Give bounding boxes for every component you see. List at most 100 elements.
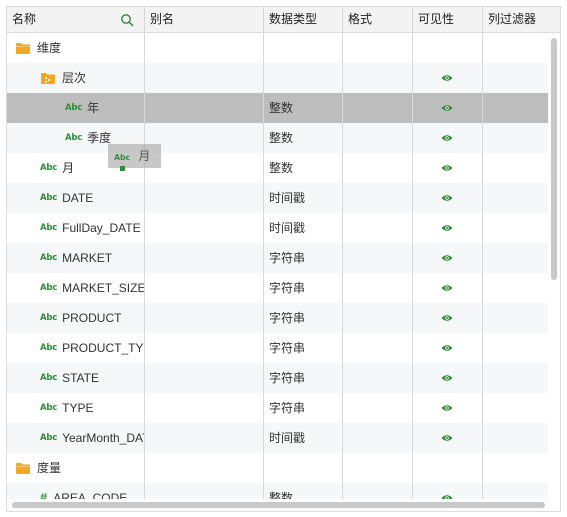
filter-cell[interactable]	[483, 153, 548, 183]
eye-icon[interactable]	[441, 194, 453, 202]
field-name: YearMonth_DATE	[62, 431, 144, 445]
vertical-scrollbar[interactable]	[548, 33, 560, 499]
alias-cell[interactable]	[145, 153, 264, 183]
column-header-visibility[interactable]: 可见性	[413, 7, 483, 33]
field-name-cell: # AREA_CODE	[7, 483, 145, 499]
table-row[interactable]: Abc PRODUCT 字符串	[7, 303, 548, 333]
column-header-name-label: 名称	[12, 12, 37, 26]
search-icon[interactable]	[120, 13, 134, 27]
field-name-cell: 维度	[7, 33, 145, 63]
alias-cell[interactable]	[145, 273, 264, 303]
eye-icon[interactable]	[441, 134, 453, 142]
table-row[interactable]: Abc 年 整数	[7, 93, 548, 123]
eye-icon[interactable]	[441, 284, 453, 292]
filter-cell[interactable]	[483, 453, 548, 483]
table-row[interactable]: Abc DATE 时间戳	[7, 183, 548, 213]
abc-icon: Abc	[40, 283, 58, 293]
alias-cell[interactable]	[145, 303, 264, 333]
eye-icon[interactable]	[441, 374, 453, 382]
horizontal-scrollbar-thumb[interactable]	[12, 502, 545, 508]
alias-cell[interactable]	[145, 243, 264, 273]
filter-cell[interactable]	[483, 273, 548, 303]
alias-cell[interactable]	[145, 453, 264, 483]
filter-cell[interactable]	[483, 483, 548, 499]
visibility-cell	[413, 453, 483, 483]
eye-icon[interactable]	[441, 164, 453, 172]
alias-cell[interactable]	[145, 63, 264, 93]
column-header-datatype[interactable]: 数据类型	[264, 7, 343, 33]
eye-icon[interactable]	[441, 404, 453, 412]
field-name-cell: Abc PRODUCT	[7, 303, 145, 333]
drop-indicator	[120, 166, 125, 171]
drag-ghost: Abc 月	[108, 144, 161, 168]
alias-cell[interactable]	[145, 183, 264, 213]
table-row[interactable]: Abc FullDay_DATE 时间戳	[7, 213, 548, 243]
visibility-cell	[413, 393, 483, 423]
eye-icon[interactable]	[441, 254, 453, 262]
eye-icon[interactable]	[441, 344, 453, 352]
table-row[interactable]: 维度	[7, 33, 548, 63]
table-row[interactable]: Abc TYPE 字符串	[7, 393, 548, 423]
table-row[interactable]: Abc MARKET 字符串	[7, 243, 548, 273]
visibility-cell	[413, 63, 483, 93]
datatype-cell	[264, 33, 343, 63]
table-row[interactable]: # AREA_CODE 整数	[7, 483, 548, 499]
filter-cell[interactable]	[483, 33, 548, 63]
filter-cell[interactable]	[483, 333, 548, 363]
eye-icon[interactable]	[441, 224, 453, 232]
alias-cell[interactable]	[145, 423, 264, 453]
eye-icon[interactable]	[441, 74, 453, 82]
table-row[interactable]: Abc 季度 整数	[7, 123, 548, 153]
field-name: 层次	[62, 71, 87, 85]
field-name: DATE	[62, 191, 94, 205]
filter-cell[interactable]	[483, 363, 548, 393]
filter-cell[interactable]	[483, 183, 548, 213]
table-row[interactable]: 度量	[7, 453, 548, 483]
column-header-alias[interactable]: 别名	[145, 7, 264, 33]
alias-cell[interactable]	[145, 393, 264, 423]
datatype-cell: 字符串	[264, 333, 343, 363]
table-row[interactable]: 层次	[7, 63, 548, 93]
filter-cell[interactable]	[483, 243, 548, 273]
format-cell	[343, 393, 413, 423]
table-row[interactable]: Abc STATE 字符串	[7, 363, 548, 393]
alias-cell[interactable]	[145, 93, 264, 123]
column-header-format[interactable]: 格式	[343, 7, 413, 33]
field-name: 年	[87, 101, 100, 115]
field-name-cell: Abc MARKET	[7, 243, 145, 273]
alias-cell[interactable]	[145, 363, 264, 393]
field-name: TYPE	[62, 401, 94, 415]
format-cell	[343, 483, 413, 499]
datatype-cell	[264, 63, 343, 93]
alias-cell[interactable]	[145, 123, 264, 153]
filter-cell[interactable]	[483, 393, 548, 423]
table-row[interactable]: Abc 月 整数	[7, 153, 548, 183]
filter-cell[interactable]	[483, 213, 548, 243]
abc-icon: Abc	[65, 133, 83, 143]
format-cell	[343, 153, 413, 183]
column-header-name[interactable]: 名称	[7, 7, 145, 33]
folder-icon	[16, 43, 30, 54]
table-row[interactable]: Abc PRODUCT_TYPE 字符串	[7, 333, 548, 363]
eye-icon[interactable]	[441, 104, 453, 112]
column-header-filter[interactable]: 列过滤器	[483, 7, 560, 33]
eye-icon[interactable]	[441, 314, 453, 322]
table-row[interactable]: Abc MARKET_SIZE 字符串	[7, 273, 548, 303]
horizontal-scrollbar[interactable]	[7, 499, 560, 511]
filter-cell[interactable]	[483, 423, 548, 453]
datatype-cell: 字符串	[264, 273, 343, 303]
alias-cell[interactable]	[145, 33, 264, 63]
eye-icon[interactable]	[441, 434, 453, 442]
abc-icon: Abc	[40, 433, 58, 443]
filter-cell[interactable]	[483, 303, 548, 333]
field-name-cell: Abc DATE	[7, 183, 145, 213]
filter-cell[interactable]	[483, 123, 548, 153]
table-row[interactable]: Abc YearMonth_DATE 时间戳	[7, 423, 548, 453]
alias-cell[interactable]	[145, 333, 264, 363]
filter-cell[interactable]	[483, 63, 548, 93]
alias-cell[interactable]	[145, 213, 264, 243]
filter-cell[interactable]	[483, 93, 548, 123]
vertical-scrollbar-thumb[interactable]	[551, 38, 557, 280]
alias-cell[interactable]	[145, 483, 264, 499]
format-cell	[343, 33, 413, 63]
